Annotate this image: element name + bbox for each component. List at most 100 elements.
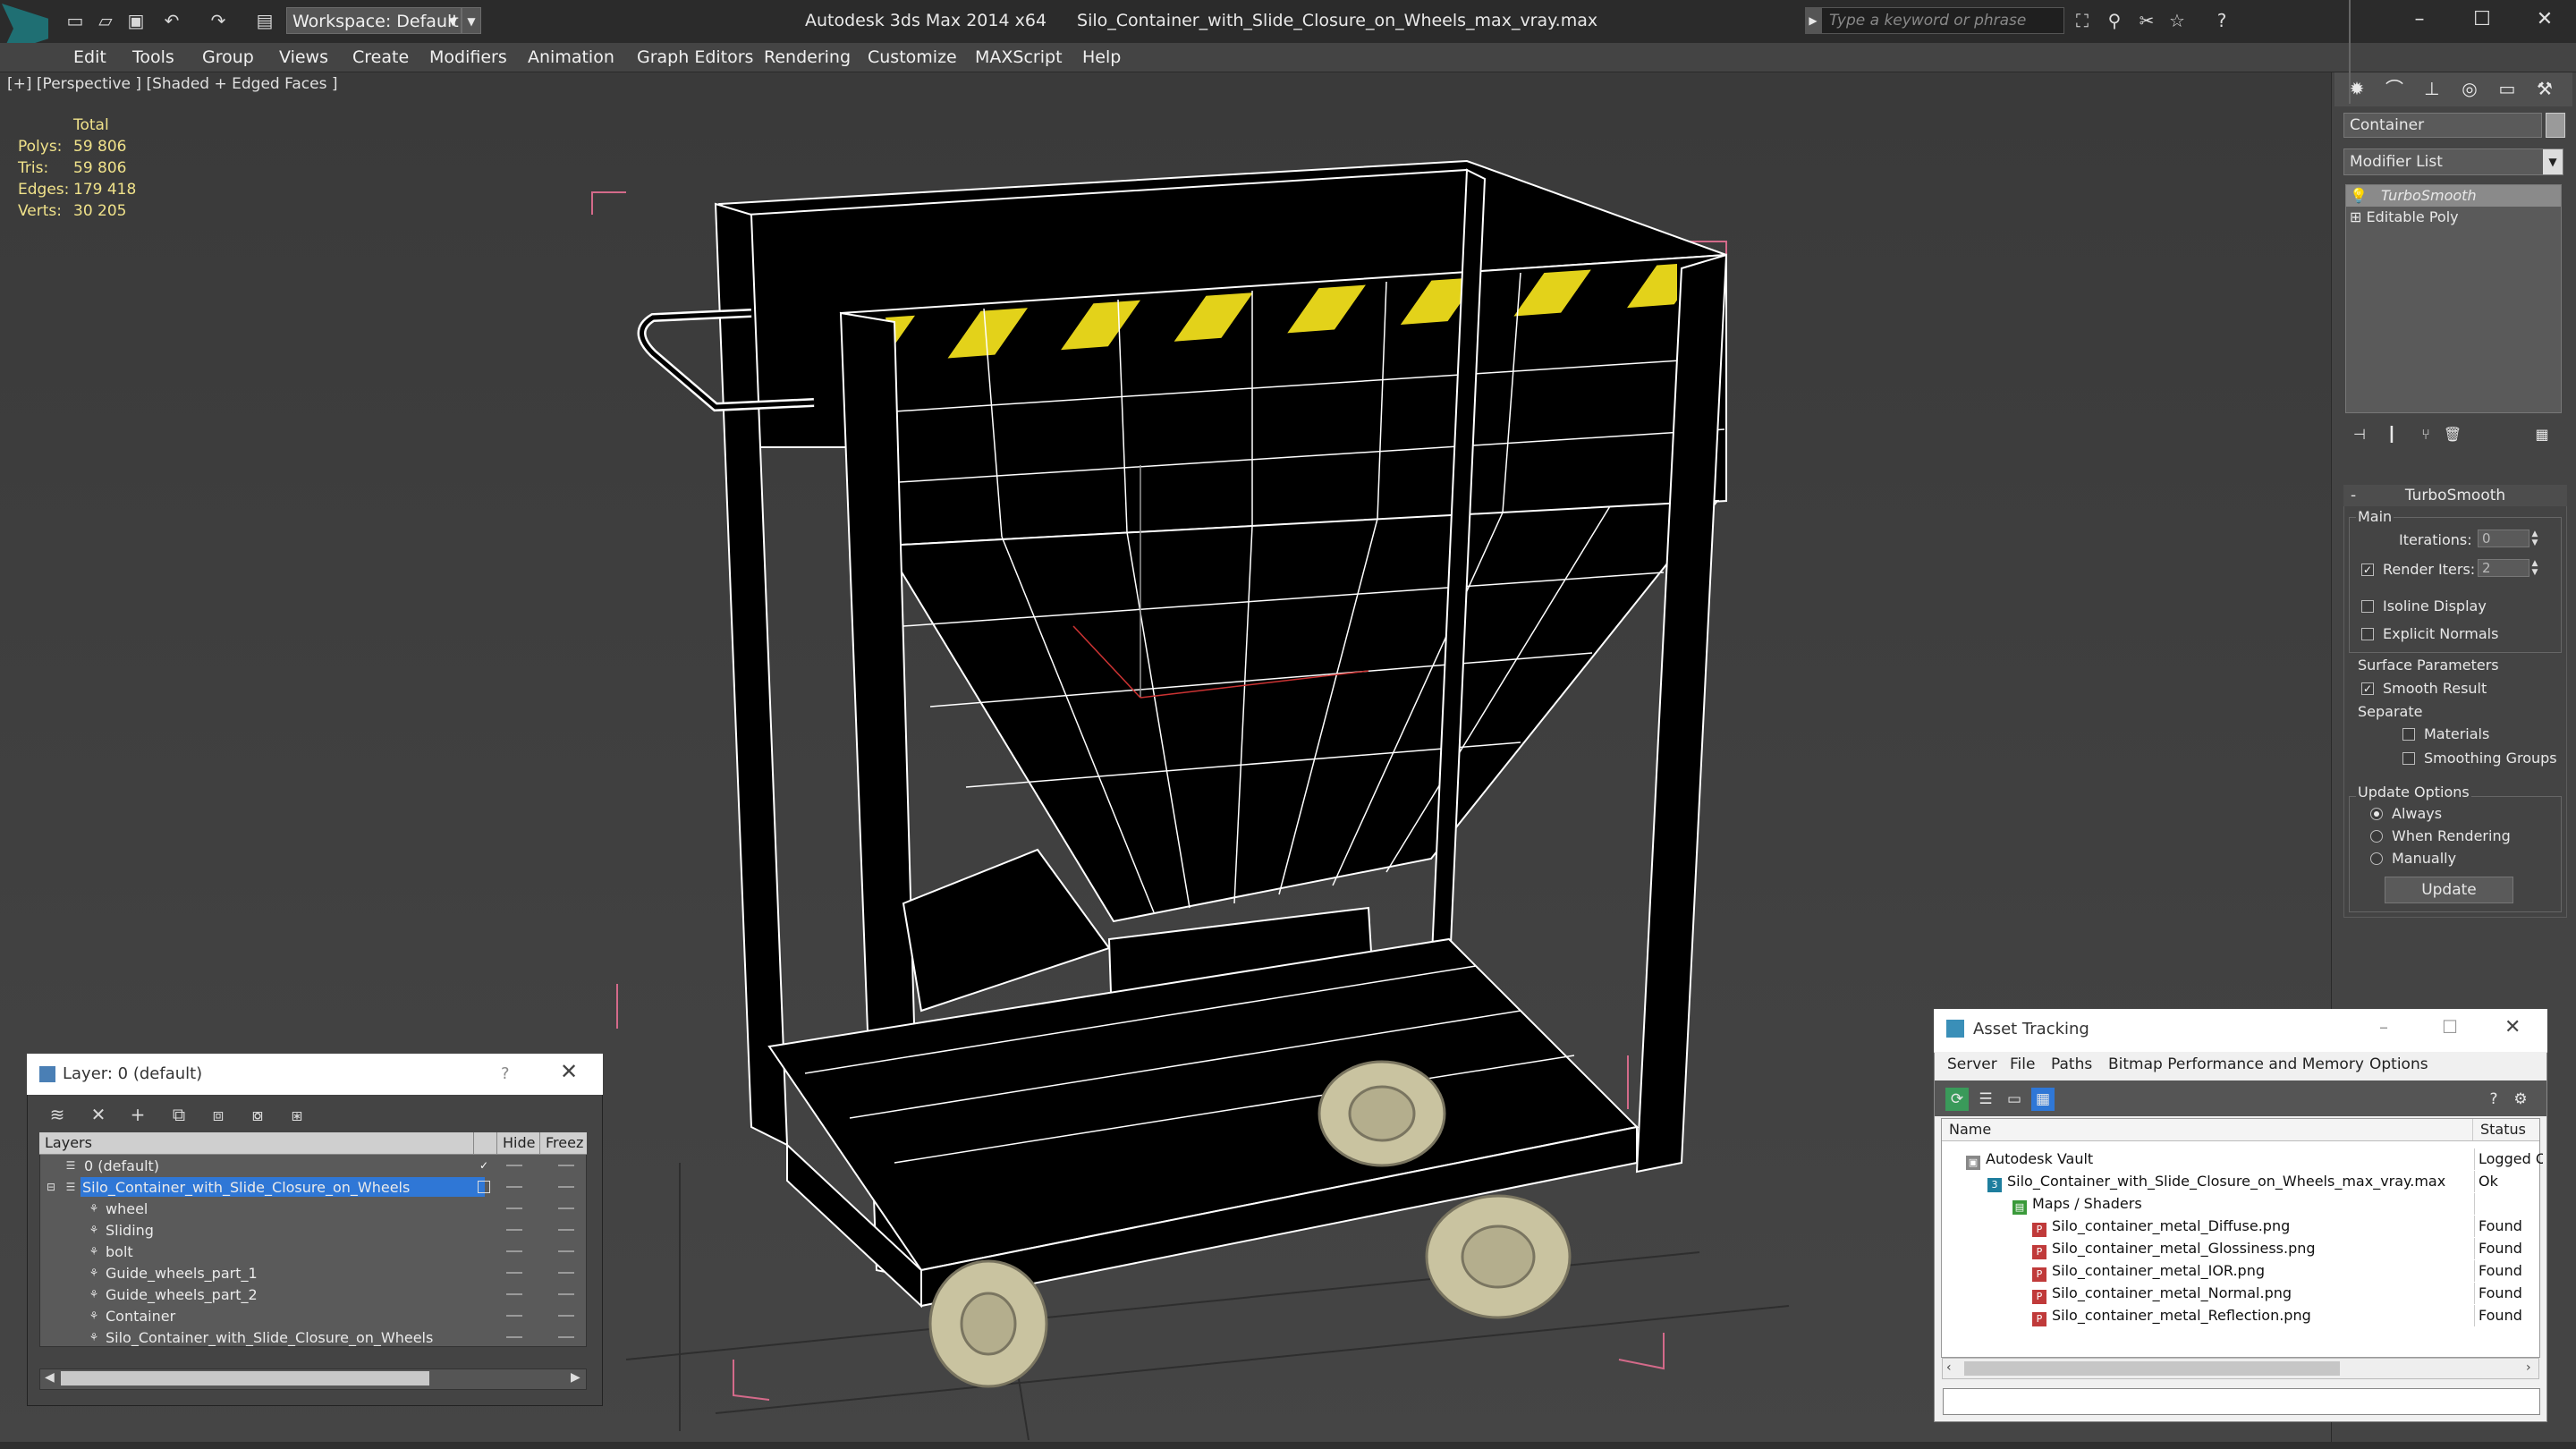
col-status[interactable]: Status	[2473, 1119, 2539, 1140]
new-file-icon[interactable]: ▭	[64, 11, 86, 30]
asset-minimize-button[interactable]: –	[2379, 1016, 2388, 1038]
iterations-spinner[interactable]: 0	[2478, 530, 2529, 547]
show-end-result-icon[interactable]: ┃	[2381, 424, 2402, 445]
hide-all-icon[interactable]: ⧇	[245, 1102, 270, 1127]
menu-tools[interactable]: Tools	[132, 43, 174, 72]
isoline-checkbox[interactable]	[2361, 600, 2374, 613]
motion-tab-icon[interactable]: ◎	[2453, 72, 2487, 105]
asset-row[interactable]: P Silo_container_metal_Glossiness.png	[2032, 1238, 2316, 1259]
scroll-right-icon[interactable]: ›	[2526, 1360, 2531, 1375]
layer-row[interactable]: ☰ 0 (default) ✓	[41, 1155, 585, 1176]
create-layer-icon[interactable]: ≋	[45, 1102, 70, 1127]
utilities-tab-icon[interactable]: ⚒	[2528, 72, 2562, 105]
table-view-icon[interactable]: ▦	[2031, 1088, 2055, 1111]
spinner-arrows-icon[interactable]: ▲ ▼	[2529, 559, 2540, 577]
search-input[interactable]: Type a keyword or phrase	[1821, 7, 2064, 34]
asset-help-icon[interactable]: ?	[2482, 1088, 2505, 1111]
materials-checkbox[interactable]	[2402, 728, 2415, 741]
list-view-icon[interactable]: ☰	[1974, 1088, 1997, 1111]
col-hide[interactable]: Hide	[497, 1132, 540, 1154]
menu-create[interactable]: Create	[352, 43, 409, 72]
asset-row[interactable]: 3 Silo_Container_with_Slide_Closure_on_Wh…	[1987, 1171, 2445, 1192]
help-icon[interactable]: ?	[2209, 9, 2234, 32]
layer-row[interactable]: ⊟ ☰ Silo_Container_with_Slide_Closure_on…	[41, 1176, 585, 1198]
menu-edit[interactable]: Edit	[73, 43, 106, 72]
asset-path-field[interactable]	[1943, 1388, 2540, 1415]
refresh-icon[interactable]: ⟳	[1945, 1088, 1969, 1111]
layer-row[interactable]: ⚘ wheel	[41, 1198, 585, 1219]
minimize-button[interactable]: –	[2388, 2, 2451, 38]
asset-menu-server[interactable]: Server	[1947, 1055, 1997, 1073]
menu-modifiers[interactable]: Modifiers	[429, 43, 507, 72]
col-layers[interactable]: Layers	[39, 1132, 474, 1154]
always-radio[interactable]	[2370, 808, 2383, 820]
explicit-normals-checkbox[interactable]	[2361, 628, 2374, 640]
asset-menu-options[interactable]: Options	[2369, 1055, 2428, 1073]
stack-item-editable-poly[interactable]: ⊞ Editable Poly	[2350, 207, 2459, 228]
when-rendering-radio[interactable]	[2370, 830, 2383, 843]
favorites-star-icon[interactable]: ☆	[2165, 9, 2190, 32]
menu-help[interactable]: Help	[1082, 43, 1121, 72]
communication-icon[interactable]: ✂	[2134, 9, 2159, 32]
layer-row[interactable]: ⚘ Container	[41, 1305, 585, 1326]
expand-plus-icon[interactable]: ⊞	[2350, 208, 2361, 225]
asset-row[interactable]: P Silo_container_metal_Reflection.png	[2032, 1305, 2311, 1326]
create-tab-sun-icon[interactable]: ✹	[2340, 72, 2374, 105]
spinner-arrows-icon[interactable]: ▲ ▼	[2529, 530, 2540, 547]
modify-tab-icon[interactable]: ⌒	[2377, 72, 2411, 105]
lightbulb-icon[interactable]: 💡	[2350, 187, 2368, 204]
menu-group[interactable]: Group	[202, 43, 254, 72]
rollout-header[interactable]: - TurboSmooth	[2343, 485, 2567, 506]
menu-views[interactable]: Views	[279, 43, 328, 72]
maximize-button[interactable]: ☐	[2451, 2, 2513, 38]
make-unique-icon[interactable]: ⑂	[2415, 424, 2436, 445]
pin-stack-icon[interactable]: ⊣	[2349, 424, 2370, 445]
menu-graph-editors[interactable]: Graph Editors	[637, 43, 753, 72]
object-color-swatch[interactable]	[2546, 113, 2565, 138]
display-tab-icon[interactable]: ▭	[2490, 72, 2524, 105]
thumbnail-view-icon[interactable]: ▭	[2003, 1088, 2026, 1111]
current-layer-check-icon[interactable]: ✓	[478, 1159, 490, 1172]
layer-row[interactable]: ⚘ Guide_wheels_part_2	[41, 1284, 585, 1305]
col-name[interactable]: Name	[1942, 1119, 2473, 1140]
menu-animation[interactable]: Animation	[528, 43, 614, 72]
asset-row[interactable]: P Silo_container_metal_IOR.png	[2032, 1260, 2265, 1282]
asset-row[interactable]: P Silo_container_metal_Diffuse.png	[2032, 1216, 2290, 1237]
asset-menu-paths[interactable]: Paths	[2051, 1055, 2092, 1073]
layer-row[interactable]: ⚘ bolt	[41, 1241, 585, 1262]
configure-sets-icon[interactable]: ▦	[2531, 424, 2553, 445]
binoculars-icon[interactable]: ⛶	[2070, 9, 2095, 32]
open-file-icon[interactable]: ▱	[95, 11, 116, 30]
scroll-left-icon[interactable]: ‹	[1946, 1360, 1952, 1375]
hierarchy-tab-icon[interactable]: ⊥	[2415, 72, 2449, 105]
subscription-icon[interactable]: ⚲	[2102, 9, 2127, 32]
layer-scroll-thumb[interactable]	[61, 1371, 429, 1385]
layer-row[interactable]: ⚘ Guide_wheels_part_1	[41, 1262, 585, 1284]
workspace-menu-button[interactable]: ▼	[462, 7, 481, 34]
asset-close-button[interactable]: ✕	[2504, 1016, 2521, 1038]
stack-item-turbosmooth[interactable]: 💡 TurboSmooth	[2350, 185, 2477, 207]
menu-customize[interactable]: Customize	[868, 43, 957, 72]
menu-rendering[interactable]: Rendering	[764, 43, 851, 72]
asset-row[interactable]: ▣ Autodesk Vault	[1966, 1148, 2093, 1170]
render-iters-spinner[interactable]: 2	[2478, 559, 2529, 577]
layer-close-icon[interactable]: ✕	[560, 1059, 578, 1084]
object-name-field[interactable]: Container	[2343, 113, 2542, 138]
collapse-minus-icon[interactable]: ⊟	[45, 1181, 57, 1193]
undo-icon[interactable]: ↶	[161, 11, 182, 30]
smooth-result-checkbox[interactable]: ✓	[2361, 682, 2374, 695]
save-file-icon[interactable]: ▣	[125, 11, 147, 30]
current-layer-box-icon[interactable]	[478, 1181, 490, 1193]
scroll-left-icon[interactable]: ◀	[45, 1370, 55, 1385]
layer-row[interactable]: ⚘ Silo_Container_with_Slide_Closure_on_W…	[41, 1326, 585, 1348]
remove-modifier-icon[interactable]: 🗑	[2442, 424, 2463, 445]
viewport-label[interactable]: [+] [Perspective ] [Shaded + Edged Faces…	[7, 75, 337, 93]
update-button[interactable]: Update	[2385, 877, 2513, 903]
search-expand-icon[interactable]: ▶	[1805, 7, 1821, 34]
project-folder-icon[interactable]: ▤	[254, 11, 275, 30]
redo-icon[interactable]: ↷	[208, 11, 229, 30]
asset-maximize-button[interactable]: ☐	[2442, 1016, 2458, 1038]
workspace-dropdown[interactable]: Workspace: Default ▼	[286, 7, 462, 34]
asset-menu-file[interactable]: File	[2010, 1055, 2035, 1073]
layer-row[interactable]: ⚘ Sliding	[41, 1219, 585, 1241]
